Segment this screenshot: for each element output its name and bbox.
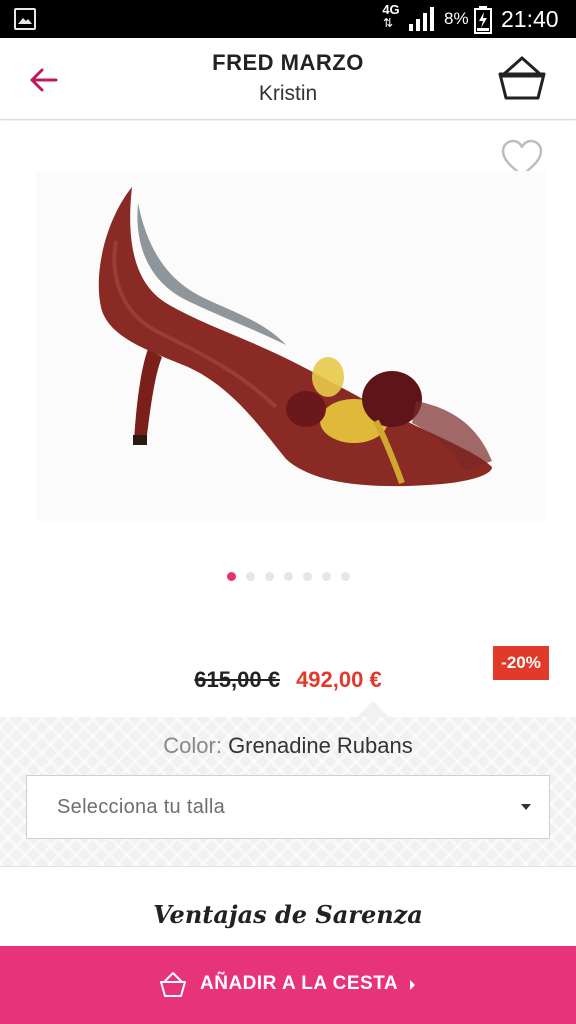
network-activity-icon: ⇅ xyxy=(383,16,394,30)
color-info: Color: Grenadine Rubans xyxy=(0,733,576,759)
add-to-cart-button[interactable]: AÑADIR A LA CESTA xyxy=(0,946,576,1024)
carousel-dot[interactable] xyxy=(302,572,312,581)
sale-price: 492,00 € xyxy=(296,667,382,692)
brand-name: FRED MARZO xyxy=(212,50,364,75)
clock: 21:40 xyxy=(501,6,559,32)
signal-icon xyxy=(409,7,434,31)
old-price: 615,00 € xyxy=(194,667,280,692)
back-button[interactable] xyxy=(24,60,64,100)
battery-percentage: 8% xyxy=(444,9,469,28)
add-to-cart-label: AÑADIR A LA CESTA xyxy=(200,973,399,994)
basket-icon xyxy=(498,56,546,100)
network-type: 4G xyxy=(382,2,400,17)
section-pointer xyxy=(357,701,389,717)
product-gallery: -20% 615,00 € 492,00 € xyxy=(0,121,576,717)
color-value: Grenadine Rubans xyxy=(228,733,413,758)
carousel-indicator xyxy=(0,572,576,581)
carousel-dot[interactable] xyxy=(283,572,293,581)
back-arrow-icon xyxy=(30,68,58,92)
carousel-dot[interactable] xyxy=(321,572,331,581)
dropdown-caret-icon xyxy=(521,804,531,810)
carousel-dot[interactable] xyxy=(245,572,255,581)
advantages-heading: Ventajas de Sarenza xyxy=(153,900,423,929)
gallery-notification-icon xyxy=(14,8,36,30)
carousel-dot[interactable] xyxy=(264,572,274,581)
battery-charging-icon xyxy=(474,6,492,34)
shoe-illustration xyxy=(98,187,492,487)
price-block: 615,00 € 492,00 € xyxy=(0,667,576,693)
size-select[interactable]: Selecciona tu talla xyxy=(26,775,550,839)
product-name: Kristin xyxy=(258,82,318,105)
product-options: Color: Grenadine Rubans Selecciona tu ta… xyxy=(0,701,576,867)
product-image[interactable] xyxy=(36,171,546,521)
size-select-placeholder: Selecciona tu talla xyxy=(57,796,226,818)
chevron-right-icon xyxy=(410,980,415,990)
app-header: FRED MARZO Kristin xyxy=(0,38,576,120)
basket-button[interactable] xyxy=(494,52,550,104)
carousel-dot[interactable] xyxy=(340,572,350,581)
status-bar: 4G ⇅ 8% 21:40 xyxy=(0,0,576,38)
color-label: Color: xyxy=(163,733,222,758)
carousel-dot-active[interactable] xyxy=(226,572,236,581)
basket-icon xyxy=(160,972,186,997)
